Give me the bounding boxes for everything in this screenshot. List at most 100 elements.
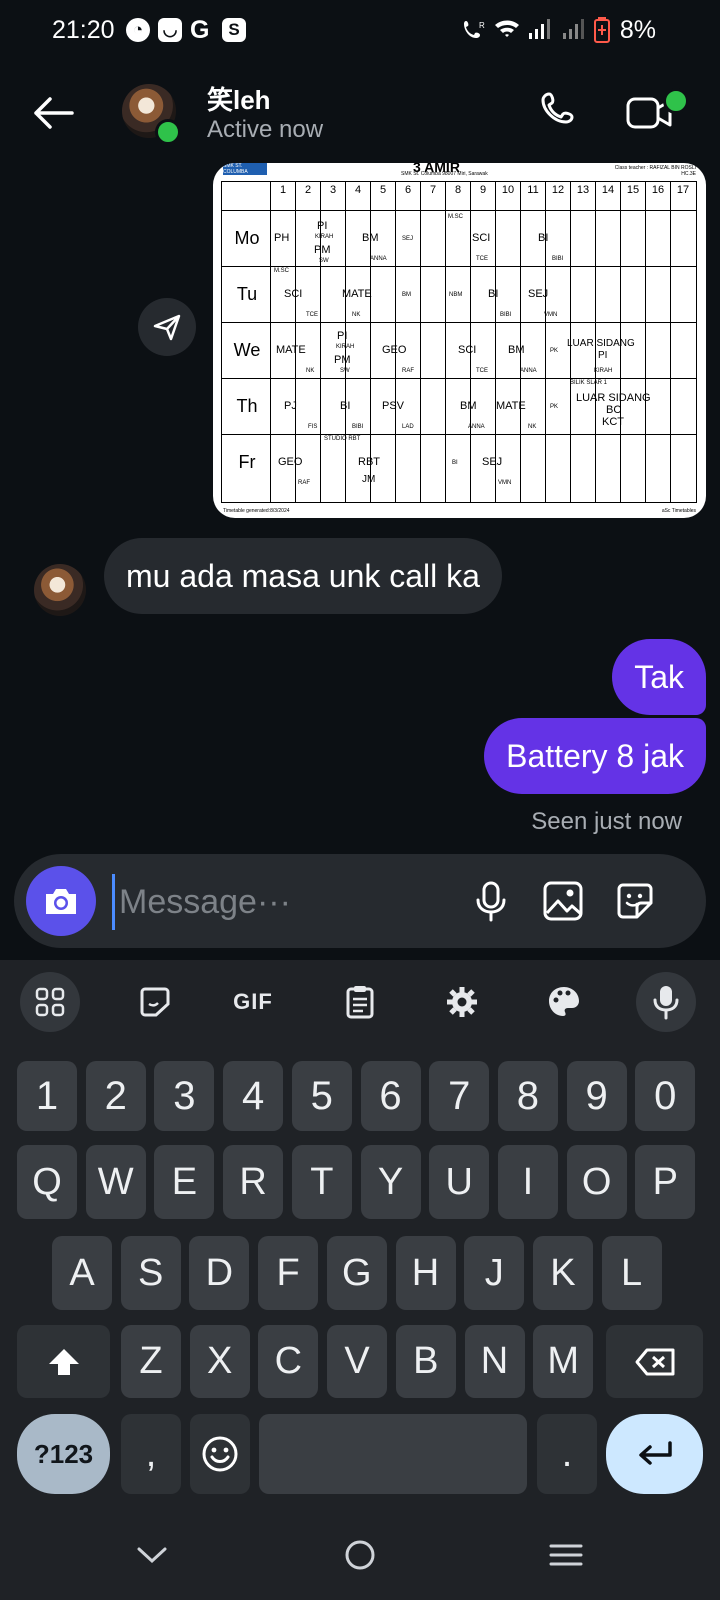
cell: BIBI — [552, 256, 564, 262]
class-teacher: Class teacher : RAFIZAL BIN ROSLI HC.3E — [614, 165, 696, 177]
arrow-left-icon — [34, 97, 74, 129]
palette-icon — [549, 987, 579, 1016]
key-f[interactable]: F — [258, 1236, 319, 1310]
sender-avatar[interactable] — [34, 564, 86, 616]
period-number: 10 — [501, 184, 515, 196]
backspace-key[interactable] — [606, 1325, 703, 1398]
emoji-key[interactable] — [190, 1414, 250, 1494]
speedometer-icon: ◔ — [126, 18, 150, 42]
key-6[interactable]: 6 — [360, 1061, 421, 1131]
key-w[interactable]: W — [85, 1145, 146, 1219]
key-t[interactable]: T — [291, 1145, 352, 1219]
timetable-footer: Timetable generated:8/3/2024 — [223, 508, 290, 514]
key-d[interactable]: D — [189, 1236, 250, 1310]
voice-input-button[interactable] — [636, 972, 696, 1032]
key-7[interactable]: 7 — [429, 1061, 490, 1131]
share-button[interactable] — [138, 298, 196, 356]
key-n[interactable]: N — [464, 1325, 525, 1398]
apps-grid-button[interactable] — [20, 972, 80, 1032]
symbols-key[interactable]: ?123 — [17, 1414, 110, 1494]
day-label: Mo — [234, 227, 260, 248]
key-r[interactable]: R — [223, 1145, 284, 1219]
key-m[interactable]: M — [533, 1325, 594, 1398]
shared-timetable-image[interactable]: SMK ST. COLUMBA 3 AMIR SMK St. Columba 9… — [213, 163, 706, 518]
key-o[interactable]: O — [566, 1145, 627, 1219]
key-u[interactable]: U — [429, 1145, 490, 1219]
gif-button[interactable]: GIF — [223, 972, 283, 1032]
comma-key[interactable]: , — [121, 1414, 181, 1494]
cell: SEJ — [402, 236, 414, 242]
cell: SW — [340, 368, 350, 374]
key-4[interactable]: 4 — [223, 1061, 284, 1131]
key-0[interactable]: 0 — [635, 1061, 696, 1131]
outgoing-message[interactable]: Battery 8 jak — [484, 718, 706, 794]
back-button[interactable] — [28, 88, 78, 138]
enter-icon — [638, 1441, 672, 1465]
cell: PK — [550, 404, 559, 410]
outgoing-message[interactable]: Tak — [612, 639, 706, 715]
message-composer — [14, 854, 706, 948]
key-a[interactable]: A — [52, 1236, 112, 1310]
clipboard-button[interactable] — [330, 972, 390, 1032]
settings-button[interactable] — [432, 972, 492, 1032]
cell: NK — [306, 368, 315, 374]
hide-keyboard-button[interactable] — [122, 1525, 182, 1585]
cell: KIRAH — [336, 344, 355, 350]
key-b[interactable]: B — [395, 1325, 456, 1398]
cell: BC — [606, 404, 622, 416]
enter-key[interactable] — [606, 1414, 703, 1494]
period-key[interactable]: . — [537, 1414, 597, 1494]
key-v[interactable]: V — [327, 1325, 388, 1398]
key-3[interactable]: 3 — [154, 1061, 215, 1131]
timetable-header: SMK ST. COLUMBA 3 AMIR SMK St. Columba 9… — [213, 163, 706, 179]
incoming-message[interactable]: mu ada masa unk call ka — [104, 538, 502, 614]
theme-button[interactable] — [534, 972, 594, 1032]
key-z[interactable]: Z — [121, 1325, 181, 1398]
camera-icon — [46, 889, 76, 914]
contact-name[interactable]: 笑leh — [207, 80, 271, 117]
cell: FIS — [308, 424, 318, 430]
key-h[interactable]: H — [395, 1236, 456, 1310]
timetable-credit: aSc Timetables — [661, 508, 696, 514]
cell: PH — [274, 232, 290, 244]
key-y[interactable]: Y — [360, 1145, 421, 1219]
recents-button[interactable] — [536, 1525, 596, 1585]
key-j[interactable]: J — [464, 1236, 525, 1310]
key-g[interactable]: G — [326, 1236, 387, 1310]
key-2[interactable]: 2 — [85, 1061, 146, 1131]
key-8[interactable]: 8 — [497, 1061, 558, 1131]
voice-message-button[interactable] — [466, 876, 516, 926]
shift-key[interactable] — [17, 1325, 110, 1398]
key-s[interactable]: S — [120, 1236, 181, 1310]
cell: LUAR SIDANG — [576, 392, 651, 404]
key-9[interactable]: 9 — [566, 1061, 627, 1131]
key-c[interactable]: C — [258, 1325, 319, 1398]
message-input[interactable] — [112, 874, 461, 930]
cell: BM — [460, 400, 477, 412]
period-number: 5 — [379, 184, 387, 196]
cell: KCT — [602, 416, 624, 428]
space-key[interactable] — [259, 1414, 527, 1494]
school-logo: SMK ST. COLUMBA — [223, 163, 267, 175]
cell: RBT — [358, 456, 380, 468]
key-q[interactable]: Q — [17, 1145, 77, 1219]
sticker-button[interactable] — [610, 876, 660, 926]
cell: RAF — [402, 368, 414, 374]
gallery-button[interactable] — [538, 876, 588, 926]
key-1[interactable]: 1 — [17, 1061, 77, 1131]
key-i[interactable]: I — [497, 1145, 558, 1219]
menu-icon — [549, 1544, 583, 1566]
key-p[interactable]: P — [635, 1145, 696, 1219]
key-e[interactable]: E — [154, 1145, 215, 1219]
sticker-keyboard-button[interactable] — [125, 972, 185, 1032]
key-5[interactable]: 5 — [291, 1061, 352, 1131]
cell: SW — [319, 258, 329, 264]
home-button[interactable] — [330, 1525, 390, 1585]
key-x[interactable]: X — [189, 1325, 250, 1398]
cell: ANNA — [468, 424, 485, 430]
key-l[interactable]: L — [601, 1236, 662, 1310]
presence-status: Active now — [207, 116, 324, 143]
voice-call-button[interactable] — [537, 88, 587, 138]
key-k[interactable]: K — [532, 1236, 593, 1310]
camera-button[interactable] — [26, 866, 96, 936]
